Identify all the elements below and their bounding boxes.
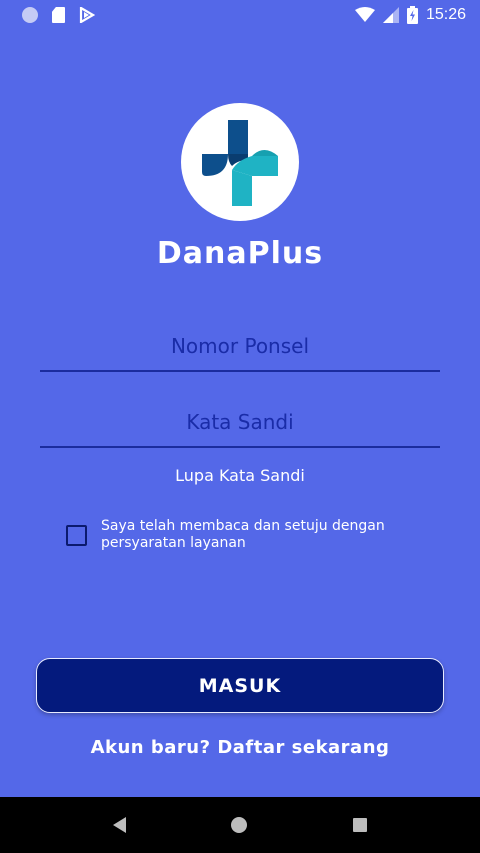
register-link[interactable]: Daftar sekarang	[217, 737, 389, 758]
terms-row: Saya telah membaca dan setuju dengan per…	[66, 518, 426, 552]
status-time: 15:26	[425, 6, 466, 23]
signal-icon	[382, 7, 399, 23]
status-left	[22, 7, 95, 23]
status-right: 15:26	[354, 6, 466, 24]
wifi-icon	[354, 7, 375, 22]
status-bar: 15:26	[0, 0, 480, 30]
password-input[interactable]	[40, 410, 440, 434]
home-icon[interactable]	[231, 817, 248, 833]
recents-icon[interactable]	[353, 818, 368, 832]
app-title: DanaPlus	[156, 236, 324, 271]
password-field	[40, 398, 440, 448]
sd-card-icon	[52, 7, 65, 23]
phone-field	[40, 322, 440, 372]
phone-input[interactable]	[40, 334, 440, 358]
register-prompt: Akun baru?	[90, 737, 211, 758]
forgot-password-link[interactable]: Lupa Kata Sandi	[0, 466, 480, 485]
notification-dot-icon	[22, 7, 38, 23]
navigation-bar	[0, 797, 480, 853]
app-notification-icon	[79, 7, 95, 23]
terms-label: Saya telah membaca dan setuju dengan per…	[101, 518, 385, 551]
battery-icon	[406, 6, 418, 24]
app-logo	[181, 103, 299, 221]
back-icon[interactable]	[112, 817, 126, 833]
plus-logo-icon	[202, 120, 278, 206]
register-row: Akun baru? Daftar sekarang	[0, 737, 480, 758]
login-button[interactable]: MASUK	[36, 658, 444, 713]
terms-checkbox[interactable]	[66, 525, 87, 546]
